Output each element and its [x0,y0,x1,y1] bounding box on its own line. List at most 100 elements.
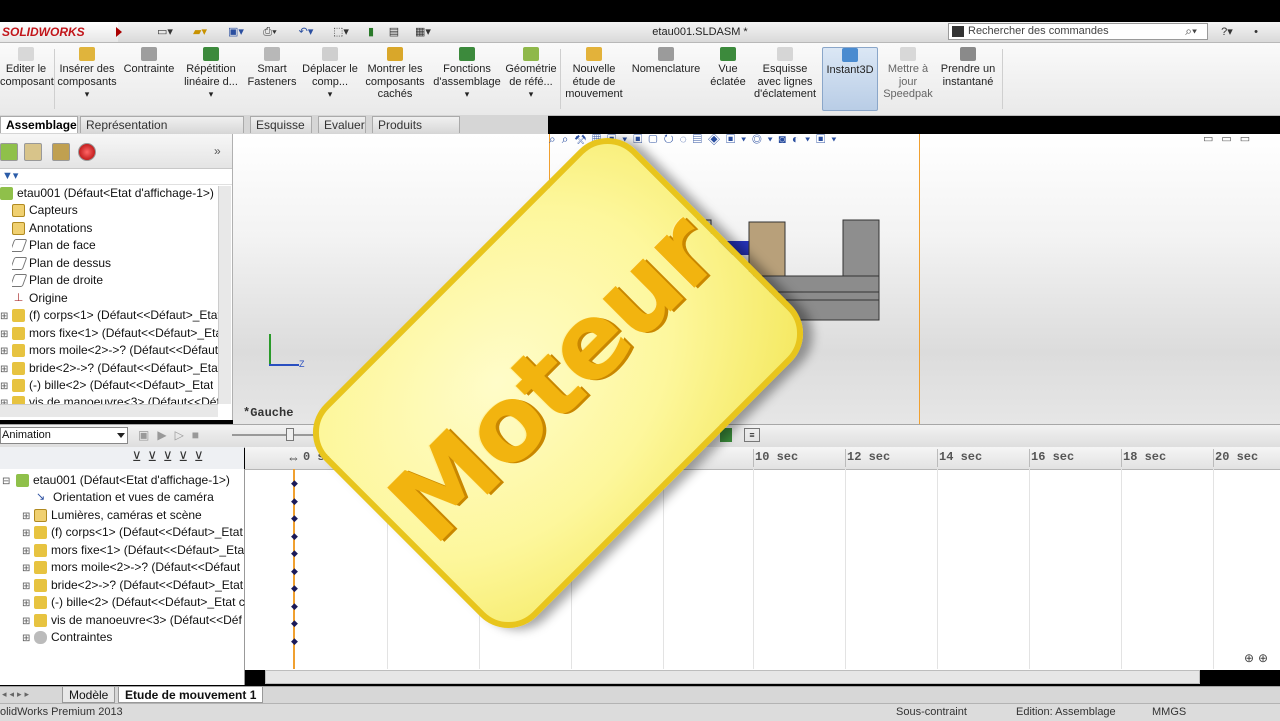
tab-modele[interactable]: Modèle [62,687,116,703]
tab-motion-study-1[interactable]: Etude de mouvement 1 [118,687,264,703]
tree-item[interactable]: ⊞ (-) bille<2> (Défaut<<Défaut>_Etat [0,377,213,394]
insert-components-button[interactable]: Insérer des composants ▾ [56,47,118,111]
playback-controls[interactable]: ▣▶▷■ [138,428,207,442]
motion-tree-item[interactable]: ⊞ Contraintes [22,629,112,646]
tree-item[interactable]: ⊥ Origine [12,290,68,307]
tree-item[interactable]: Annotations [12,220,92,237]
expand-panel-icon[interactable]: » [214,144,221,158]
timeline-tick [1213,449,1214,467]
tree-root[interactable]: etau001 (Défaut<Etat d'affichage-1>) [0,185,214,202]
timeline-marker-line [919,134,920,424]
keyframe-markers[interactable]: ◆ ◆ ◆ ◆ ◆ ◆ ◆ ◆ ◆ ◆ [291,475,299,650]
status-bar: olidWorks Premium 2013 Sous-contraint Ed… [0,703,1280,721]
edit-component-button[interactable]: Editer le composant [0,47,54,111]
part-icon [34,596,47,610]
print-icon[interactable]: ⎙▾ [256,24,284,40]
viewport-controls[interactable]: ▭▭▭ [1203,134,1258,145]
tree-item[interactable]: Plan de droite [12,272,103,289]
search-field[interactable]: Rechercher des commandes ⌕▾ [948,23,1208,40]
feature-tree-tab-icon[interactable] [0,143,18,161]
bill-of-materials-button[interactable]: Nomenclature [630,47,702,111]
pin-icon[interactable]: • [1248,24,1264,40]
undo-icon[interactable]: ↶▾ [292,24,320,40]
help-icon[interactable]: ?▾ [1214,24,1240,40]
axis-label: Z [299,359,305,369]
tab-office[interactable]: Produits Office [372,116,460,149]
motion-tree-item[interactable]: ⊞ (-) bille<2> (Défaut<<Défaut>_Etat c [22,594,245,611]
motion-tree-item[interactable]: ⊞ vis de manoeuvre<3> (Défaut<<Déf [22,612,242,629]
timeline-label: 14 sec [939,450,983,464]
move-component-button[interactable]: Déplacer le comp... ▾ [302,47,358,111]
filter-icon[interactable]: ▼▾ [2,169,18,182]
instant3d-button[interactable]: Instant3D [822,47,878,111]
display-manager-tab-icon[interactable] [78,143,96,161]
exploded-view-button[interactable]: Vue éclatée [706,47,750,111]
rebuild-icon[interactable]: ▮ [364,24,378,40]
tab-esquisse[interactable]: Esquisse [250,116,312,133]
update-speedpak-button[interactable]: Mettre à jour Speedpak [882,47,934,111]
study-type-select[interactable]: Animation [0,427,128,444]
timeline-gridline [1213,469,1214,669]
tab-assemblage[interactable]: Assemblage [0,116,78,133]
new-motion-study-button[interactable]: Nouvelle étude de mouvement [562,47,626,111]
tree-item[interactable]: ⊞ vis de manoeuvre<3> (Défaut<<Déf [0,394,220,404]
tree-item[interactable]: Plan de dessus [12,255,111,272]
solidworks-logo[interactable]: SOLIDWORKS [0,22,118,42]
timeline-label: 10 sec [755,450,799,464]
results-icon[interactable]: ≡ [744,428,760,442]
reference-geometry-button[interactable]: Géométrie de réfé... ▾ [504,47,558,111]
tree-item[interactable]: Plan de face [12,237,96,254]
tab-evaluer[interactable]: Evaluer [318,116,366,133]
timeline-scrollbar[interactable] [265,670,1200,684]
part-icon [12,344,25,358]
motion-tree-item[interactable]: ⊞ mors moile<2>->? (Défaut<<Défaut [22,559,240,576]
tab-schematic[interactable]: Représentation schématique [80,116,244,149]
motion-tree-item[interactable]: ⊞ mors fixe<1> (Défaut<<Défaut>_Eta [22,542,244,559]
slider-thumb[interactable] [286,428,294,441]
search-icon[interactable]: ⌕▾ [1185,24,1197,39]
tree-vertical-scrollbar[interactable] [218,186,231,404]
select-icon[interactable]: ⬚▾ [326,24,356,40]
tree-item[interactable]: ⊞ bride<2>->? (Défaut<<Défaut>_Etat [0,360,221,377]
tree-horizontal-scrollbar[interactable] [0,404,218,417]
tree-item[interactable]: ⊞ mors moile<2>->? (Défaut<<Défaut [0,342,218,359]
linear-pattern-button[interactable]: Répétition linéaire d... ▾ [180,47,242,111]
mate-icon [141,47,157,61]
menu-arrow-icon[interactable] [116,27,122,37]
motion-tree-item[interactable]: ⊞ bride<2>->? (Défaut<<Défaut>_Etat [22,577,243,594]
assembly-features-button[interactable]: Fonctions d'assemblage ▾ [432,47,502,111]
panel-toolbar: » [0,134,232,169]
save-icon[interactable]: ▣▾ [222,24,250,40]
explode-line-sketch-button[interactable]: Esquisse avec lignes d'éclatement [754,47,816,111]
tree-item[interactable]: ⊞ (f) corps<1> (Défaut<<Défaut>_Etat [0,307,221,324]
tab-scroll-arrows[interactable]: ◂◂▸▸ [2,689,32,700]
timeline-tick [753,449,754,467]
motion-tree-item[interactable]: ⊞ Lumières, caméras et scène [22,507,202,524]
motion-filter-icons[interactable]: ⊻⊻⊻⊻⊻ [132,449,210,465]
timeline-gridline [1121,469,1122,669]
mate-button[interactable]: Contrainte [122,47,176,111]
motion-tree-item[interactable]: ↘ Orientation et vues de caméra [36,489,214,506]
show-hidden-components-button[interactable]: Montrer les composants cachés [362,47,428,111]
tree-item[interactable]: Capteurs [12,202,78,219]
tree-item[interactable]: ⊞ mors fixe<1> (Défaut<<Défaut>_Etat [0,325,225,342]
assembly-icon [16,474,29,488]
status-units[interactable]: MMGS [1152,704,1186,721]
open-icon[interactable]: ▰▾ [186,24,214,40]
part-icon [12,396,25,404]
time-bar-handle-icon[interactable]: ⇔ [287,450,300,465]
configuration-tab-icon[interactable] [52,143,70,161]
timeline-tick [937,449,938,467]
take-snapshot-button[interactable]: Prendre un instantané [938,47,998,111]
smart-fasteners-button[interactable]: Smart Fasteners [246,47,298,111]
new-icon[interactable]: ▭▾ [152,24,178,40]
motion-tree-item[interactable]: ⊞ (f) corps<1> (Défaut<<Défaut>_Etat [22,524,243,541]
bottom-tabs: ◂◂▸▸ Modèle Etude de mouvement 1 [0,686,1280,704]
timeline-zoom-icons[interactable]: ⊕⊕ [1244,651,1272,665]
options-icon[interactable]: ▦▾ [408,24,438,40]
property-manager-tab-icon[interactable] [24,143,42,161]
motion-tree-root[interactable]: ⊟ etau001 (Défaut<Etat d'affichage-1>) [2,472,230,489]
instant3d-icon [842,48,858,62]
file-properties-icon[interactable]: ▤ [386,24,402,40]
separator [560,49,561,109]
